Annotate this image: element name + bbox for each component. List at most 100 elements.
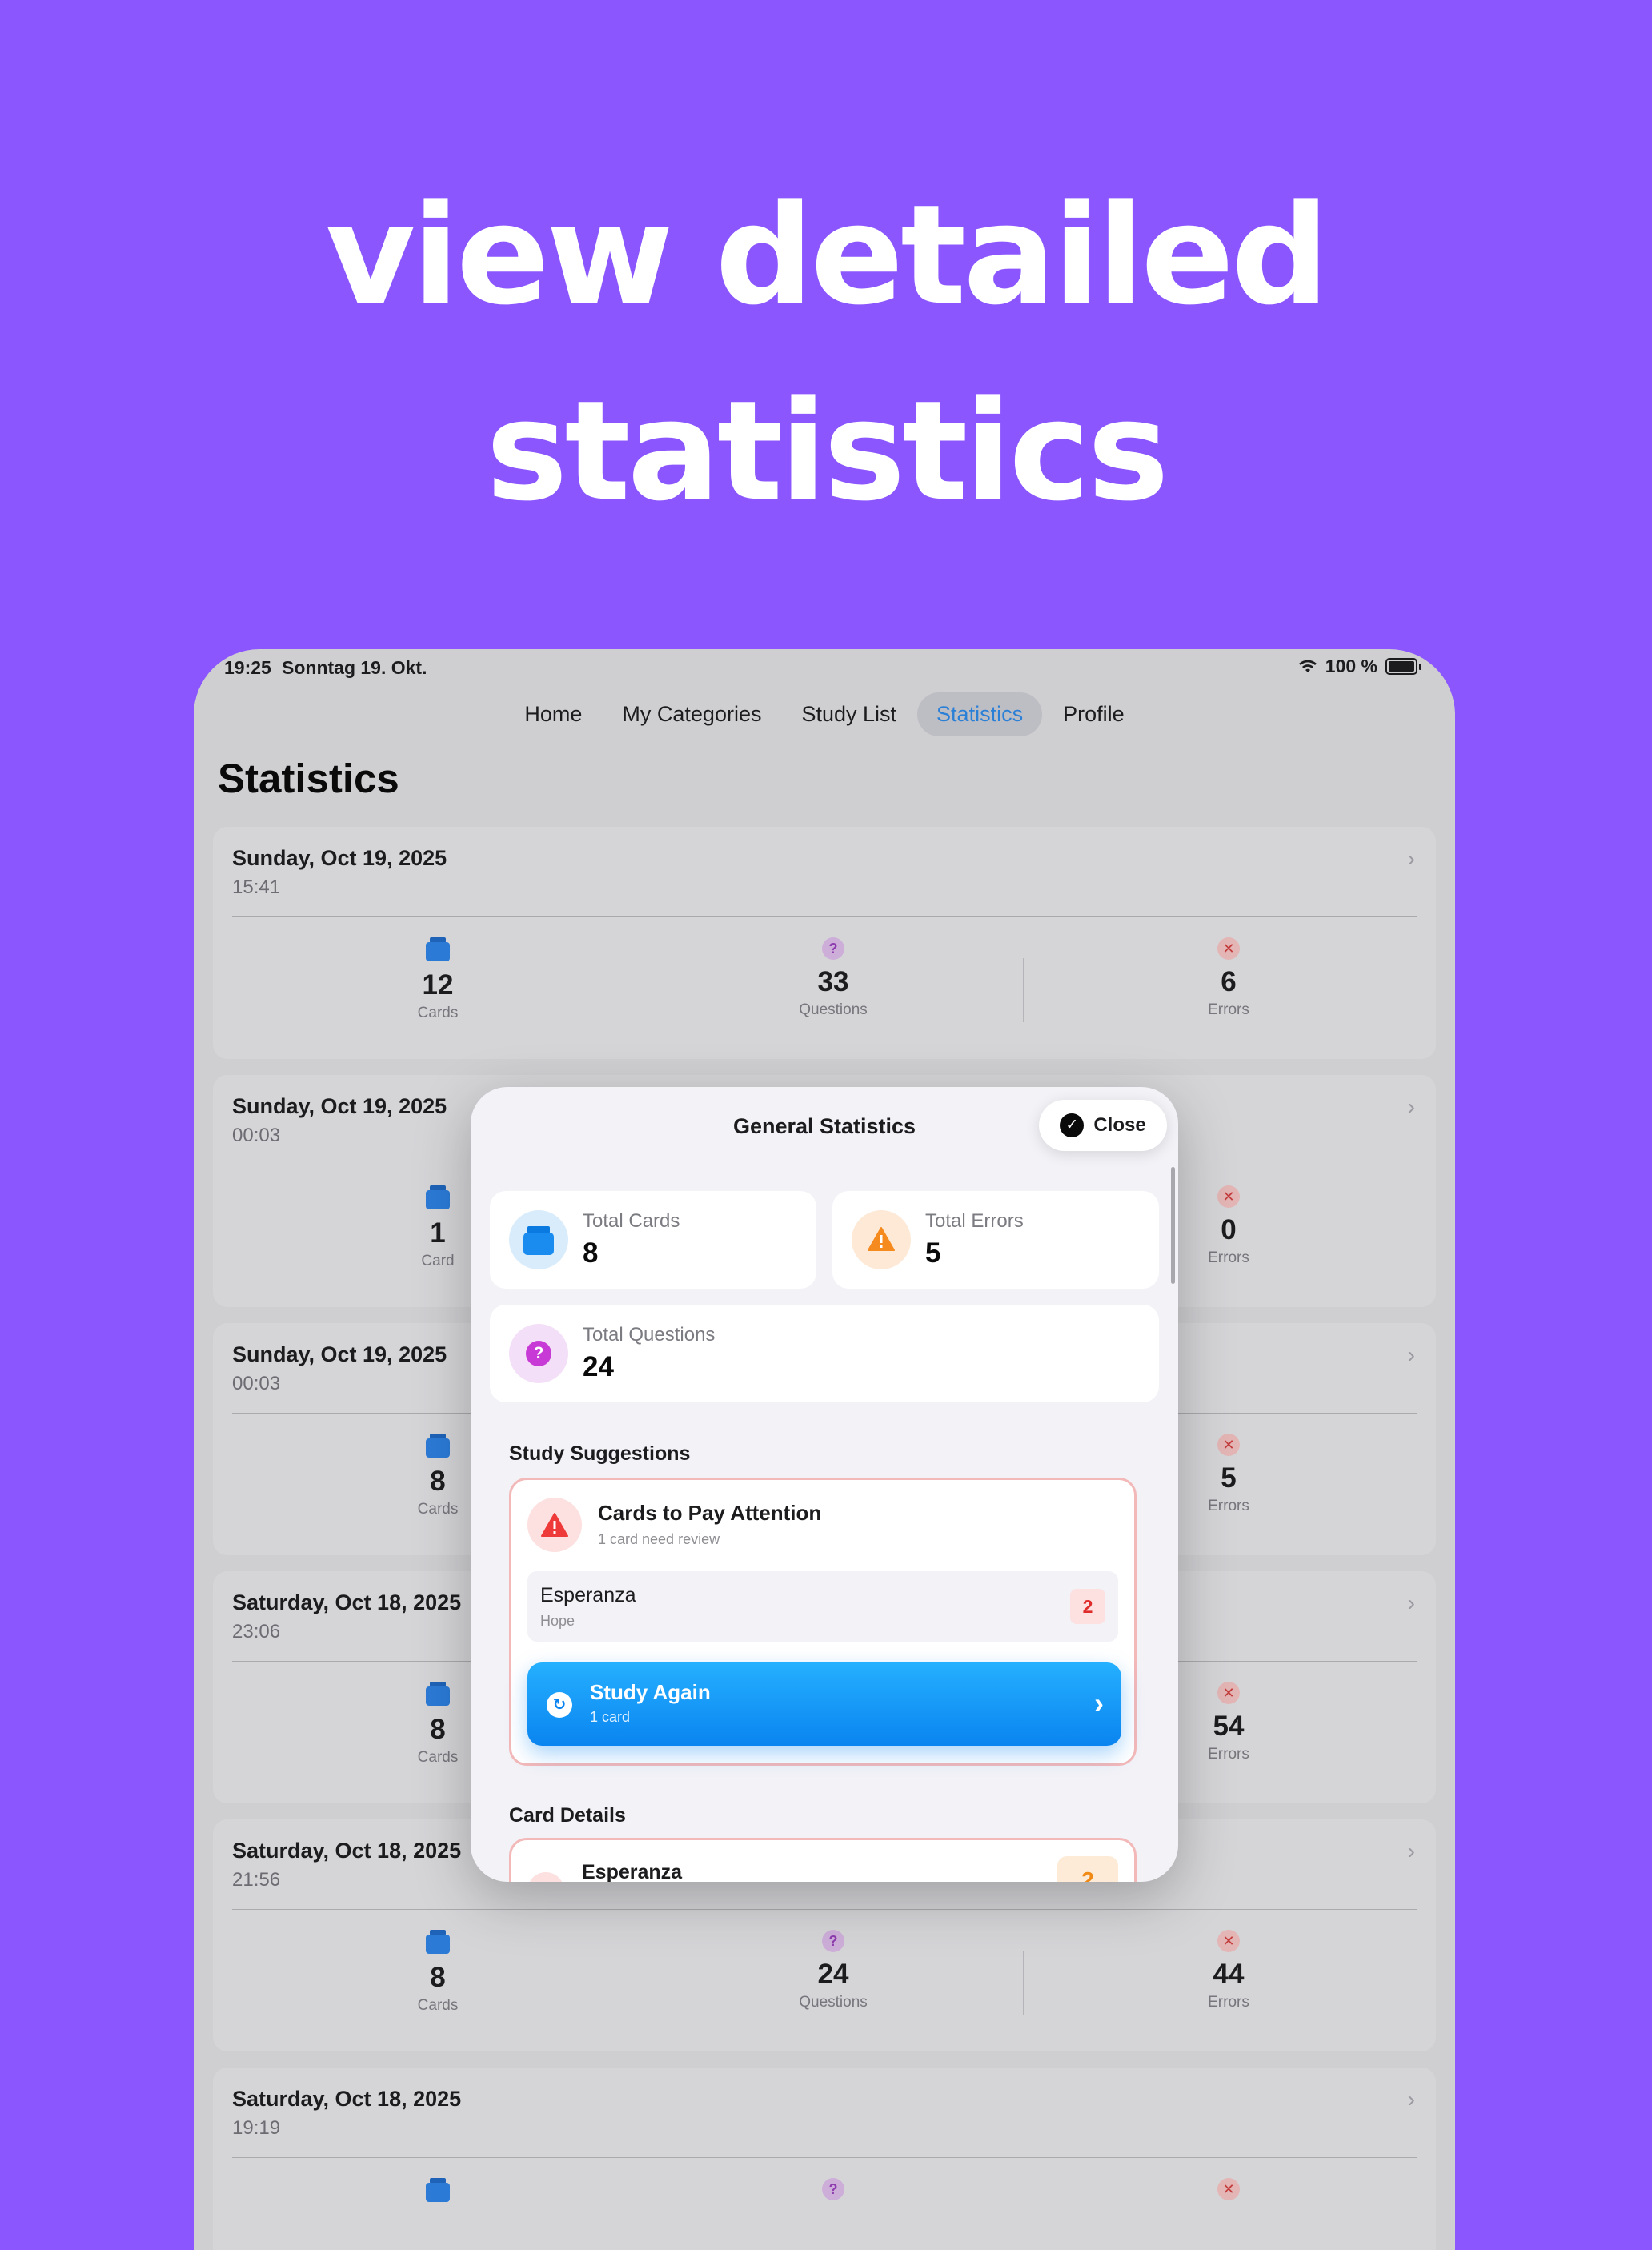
- total-cards-label: Total Cards: [583, 1210, 680, 1232]
- card-translation: Hope: [540, 1613, 575, 1629]
- chevron-right-icon: ›: [1407, 1590, 1415, 1615]
- card-name: Esperanza: [582, 1861, 683, 1882]
- card-name: Esperanza: [540, 1584, 636, 1606]
- attention-title: Cards to Pay Attention: [598, 1501, 822, 1525]
- session-date: Saturday, Oct 18, 2025: [232, 1590, 462, 1614]
- card-detail-item[interactable]: Esperanza 2: [509, 1838, 1137, 1882]
- stat-value: 33: [817, 966, 849, 997]
- tab-bar: Home My Categories Study List Statistics…: [194, 692, 1455, 736]
- session-card[interactable]: Sunday, Oct 19, 2025 15:41 › 12 Cards ? …: [213, 827, 1436, 1059]
- stat-errors: ✕: [1109, 2178, 1349, 2200]
- general-statistics-modal: General Statistics ✓ Close Total Cards 8…: [471, 1087, 1178, 1882]
- stat-value: 12: [422, 969, 454, 1001]
- headline: view detailed statistics: [0, 157, 1652, 549]
- total-errors-label: Total Errors: [925, 1210, 1024, 1232]
- stat-cards: 8 Cards: [318, 1930, 558, 2015]
- headline-line-1: view detailed: [325, 174, 1329, 335]
- cards-icon: [425, 1682, 451, 1707]
- checkmark-icon: ✓: [1060, 1113, 1085, 1137]
- total-questions-value: 24: [583, 1351, 614, 1382]
- stat-value: 44: [1213, 1959, 1245, 1990]
- page-title: Statistics: [218, 756, 399, 801]
- stat-questions: ?: [713, 2178, 953, 2200]
- wifi-icon: [1298, 660, 1317, 672]
- chevron-right-icon: ›: [1407, 1342, 1415, 1367]
- headline-line-2: statistics: [486, 371, 1169, 531]
- total-cards-card: Total Cards 8: [490, 1191, 816, 1289]
- status-date: Sonntag 19. Okt.: [282, 657, 427, 678]
- stat-cards: 12 Cards: [318, 937, 558, 1022]
- session-time: 15:41: [232, 876, 281, 898]
- study-suggestions-heading: Study Suggestions: [509, 1442, 691, 1465]
- question-icon: ?: [822, 2178, 844, 2200]
- session-date: Sunday, Oct 19, 2025: [232, 1342, 447, 1366]
- stat-cards: [318, 2178, 558, 2204]
- cards-icon: [425, 937, 451, 963]
- cards-icon: [425, 1930, 451, 1955]
- chevron-right-icon: ›: [1094, 1686, 1104, 1719]
- chevron-right-icon: ›: [1407, 846, 1415, 871]
- tab-study-list[interactable]: Study List: [782, 692, 916, 736]
- status-right: 100 %: [1298, 656, 1421, 677]
- stat-label: Cards: [417, 1997, 459, 2014]
- stat-label: Errors: [1208, 1994, 1249, 2011]
- error-icon: ✕: [1217, 937, 1240, 960]
- study-again-count: 1 card: [590, 1709, 631, 1725]
- stat-label: Cards: [417, 1005, 459, 1021]
- tab-profile[interactable]: Profile: [1044, 692, 1144, 736]
- session-date: Saturday, Oct 18, 2025: [232, 2087, 462, 2111]
- warning-icon: [852, 1210, 911, 1269]
- question-icon: ?: [509, 1324, 568, 1383]
- total-cards-value: 8: [583, 1237, 599, 1269]
- study-again-label: Study Again: [590, 1680, 711, 1704]
- stat-label: Questions: [799, 1994, 868, 2011]
- total-errors-card: Total Errors 5: [832, 1191, 1159, 1289]
- session-time: 00:03: [232, 1125, 281, 1146]
- tab-home[interactable]: Home: [505, 692, 601, 736]
- chevron-right-icon: ›: [1407, 1839, 1415, 1863]
- error-icon: ✕: [1217, 1930, 1240, 1952]
- error-icon: ✕: [1217, 1434, 1240, 1456]
- session-time: 23:06: [232, 1621, 281, 1642]
- cards-icon: [509, 1210, 568, 1269]
- stat-errors: ✕ 44 Errors: [1109, 1930, 1349, 2011]
- tab-statistics[interactable]: Statistics: [917, 692, 1043, 736]
- close-label: Close: [1093, 1114, 1146, 1136]
- battery-percent: 100 %: [1325, 656, 1377, 676]
- stat-label: Questions: [799, 1001, 868, 1018]
- attention-card: Cards to Pay Attention 1 card need revie…: [509, 1478, 1137, 1766]
- error-count-badge: 2: [1070, 1589, 1105, 1624]
- battery-tip: [1419, 663, 1421, 670]
- refresh-icon: ↻: [547, 1692, 572, 1718]
- divider: [1023, 1951, 1024, 2015]
- total-errors-value: 5: [925, 1237, 941, 1269]
- tab-my-categories[interactable]: My Categories: [603, 692, 780, 736]
- session-date: Sunday, Oct 19, 2025: [232, 1094, 447, 1118]
- error-icon: ✕: [1217, 1682, 1240, 1704]
- session-time: 00:03: [232, 1373, 281, 1394]
- session-date: Sunday, Oct 19, 2025: [232, 846, 447, 870]
- status-bar: 19:25 Sonntag 19. Okt. 100 %: [194, 649, 1455, 688]
- scrollbar[interactable]: [1171, 1167, 1175, 1284]
- list-item[interactable]: Esperanza Hope 2: [527, 1571, 1118, 1642]
- session-date: Saturday, Oct 18, 2025: [232, 1839, 462, 1863]
- study-again-button[interactable]: ↻ Study Again 1 card ›: [527, 1662, 1121, 1746]
- total-questions-label: Total Questions: [583, 1324, 716, 1346]
- session-time: 21:56: [232, 1869, 281, 1891]
- stat-errors: ✕ 6 Errors: [1109, 937, 1349, 1019]
- chevron-right-icon: ›: [1407, 2087, 1415, 2112]
- stat-questions: ? 24 Questions: [713, 1930, 953, 2011]
- session-card[interactable]: Saturday, Oct 18, 2025 19:19 › ? ✕: [213, 2068, 1436, 2250]
- session-time: 19:19: [232, 2117, 281, 2139]
- error-icon: ✕: [1217, 1185, 1240, 1208]
- status-time: 19:25: [224, 657, 271, 678]
- divider: [232, 1909, 1417, 1910]
- question-icon: ?: [822, 937, 844, 960]
- stat-label: Errors: [1208, 1001, 1249, 1018]
- card-status-icon: [527, 1872, 564, 1882]
- error-icon: ✕: [1217, 2178, 1240, 2200]
- close-button[interactable]: ✓ Close: [1039, 1100, 1167, 1151]
- stat-value: 6: [1221, 966, 1237, 997]
- divider: [232, 916, 1417, 917]
- stat-value: 24: [817, 1959, 849, 1990]
